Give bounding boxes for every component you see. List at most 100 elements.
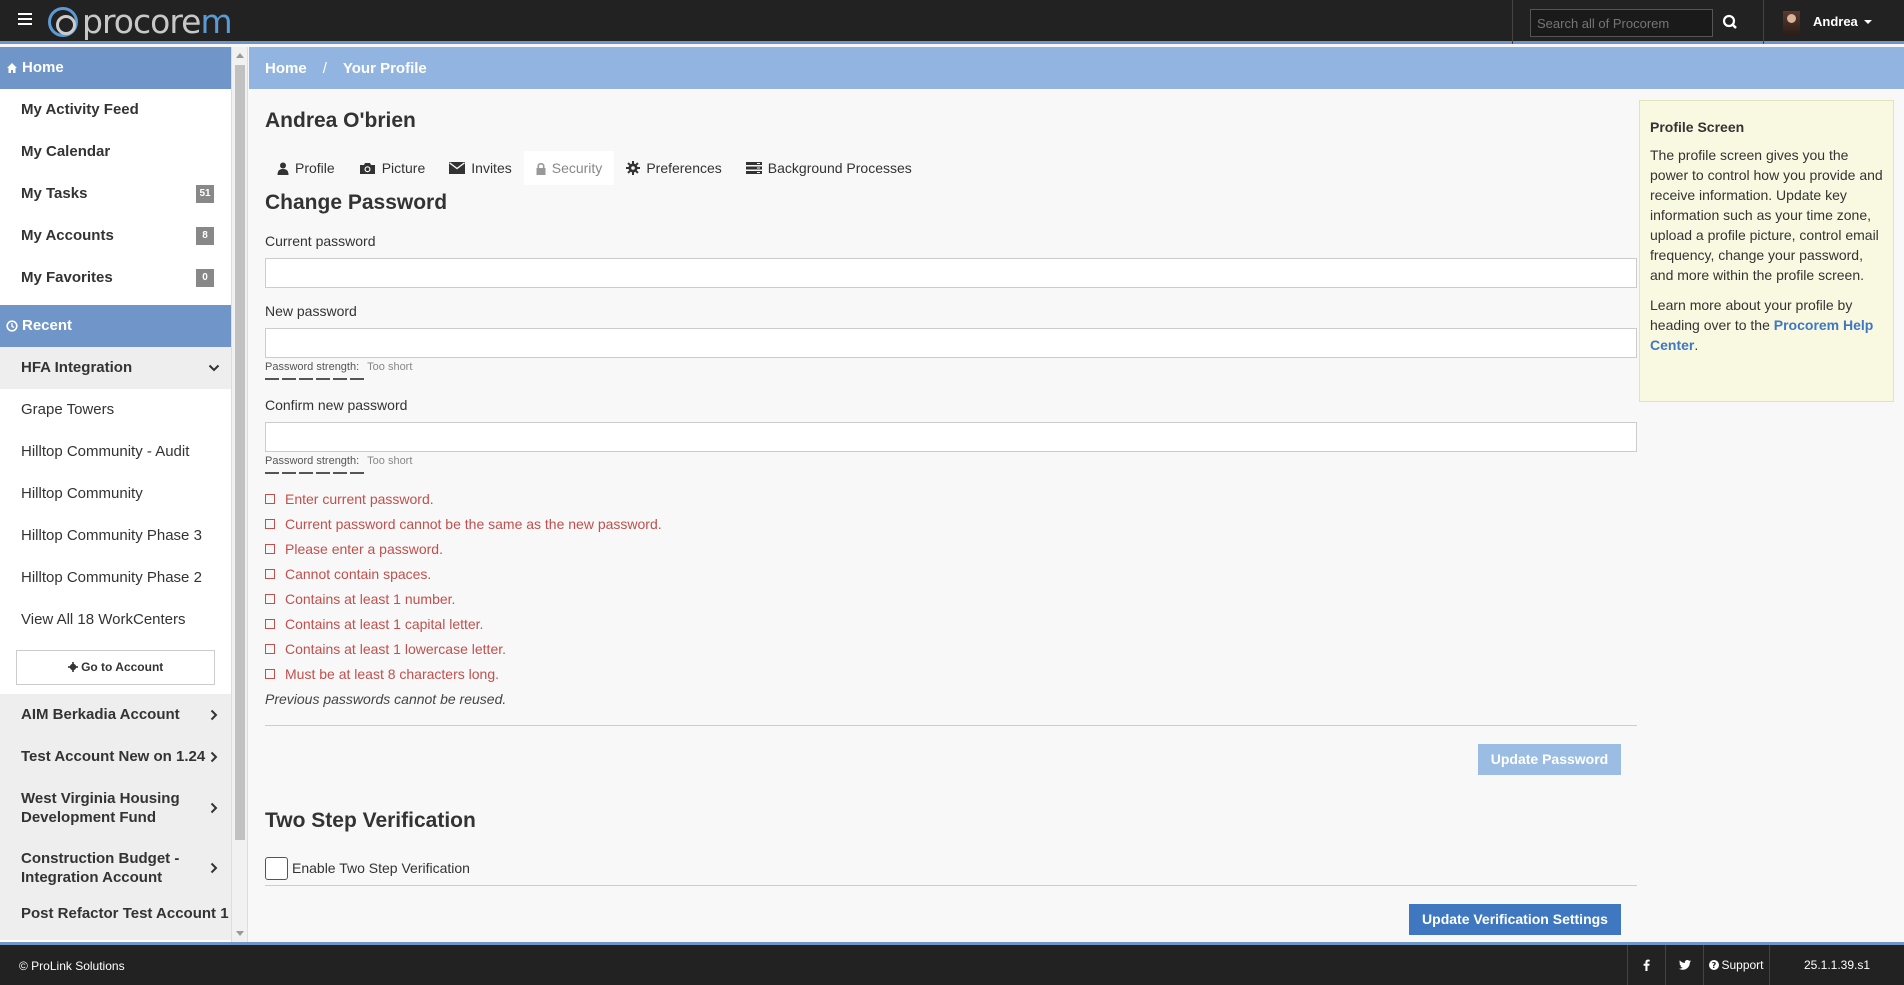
tab-preferences[interactable]: Preferences [614, 151, 733, 185]
sidebar-account-item[interactable]: Test Account New on 1.24 [0, 736, 231, 778]
view-all-workcenters-link[interactable]: View All 18 WorkCenters [0, 599, 231, 641]
confirm-password-input[interactable] [265, 422, 1637, 452]
scrollbar-thumb[interactable] [235, 65, 245, 840]
sidebar-item-accounts[interactable]: My Accounts 8 [0, 215, 231, 257]
help-learn-more: Learn more about your profile by heading… [1650, 295, 1883, 355]
sidebar-recent-group[interactable]: HFA Integration [0, 347, 231, 389]
sidebar-recent-header: Recent [0, 305, 231, 347]
sidebar-recent-item[interactable]: Grape Towers [0, 389, 231, 431]
rule-text: Enter current password. [285, 491, 434, 507]
version-text: 25.1.1.39.s1 [1803, 958, 1871, 972]
rule-text: Current password cannot be the same as t… [285, 516, 662, 532]
rule-text: Please enter a password. [285, 541, 443, 557]
sidebar-account-item[interactable]: Post Refactor Test Account 1 [0, 898, 231, 940]
gear-icon [626, 161, 641, 175]
sidebar-home-header[interactable]: Home [0, 47, 231, 89]
copyright: © ProLink Solutions [19, 959, 125, 973]
user-name[interactable]: Andrea [1813, 14, 1858, 29]
sidebar-item-label: My Activity Feed [21, 101, 139, 118]
password-reuse-note: Previous passwords cannot be reused. [265, 691, 507, 707]
sidebar-item-label: AIM Berkadia Account [21, 706, 180, 723]
global-search-input[interactable] [1530, 9, 1713, 37]
confirm-password-label: Confirm new password [265, 397, 408, 413]
password-rule: Must be at least 8 characters long. [265, 666, 499, 682]
user-menu-caret-icon[interactable] [1864, 20, 1872, 24]
password-rule: Enter current password. [265, 491, 434, 507]
twitter-link[interactable] [1665, 945, 1703, 985]
count-badge: 0 [196, 269, 214, 287]
confirm-password-strength: Password strength: Too short [265, 455, 412, 467]
current-password-label: Current password [265, 233, 376, 249]
sidebar-item-label: Test Account New on 1.24 [21, 748, 206, 765]
current-password-input[interactable] [265, 258, 1637, 288]
sidebar-account-item[interactable]: West Virginia Housing Development Fund [0, 778, 231, 838]
tab-security[interactable]: Security [523, 151, 615, 185]
two-step-checkbox[interactable] [265, 857, 288, 880]
chevron-right-icon [207, 736, 221, 778]
sidebar-item-label: My Calendar [21, 143, 111, 160]
navbar-divider [1512, 0, 1513, 44]
update-verification-button[interactable]: Update Verification Settings [1409, 904, 1621, 935]
sidebar-recent-item[interactable]: Hilltop Community - Audit [0, 431, 231, 473]
sidebar-item-label: Hilltop Community - Audit [21, 443, 190, 460]
support-label: Support [1721, 958, 1764, 972]
password-rule: Cannot contain spaces. [265, 566, 431, 582]
strength-meter [265, 472, 367, 474]
sidebar-item-activity-feed[interactable]: My Activity Feed [0, 89, 231, 131]
sidebar-recent-item[interactable]: Hilltop Community Phase 2 [0, 557, 231, 599]
sidebar-item-favorites[interactable]: My Favorites 0 [0, 257, 231, 299]
rule-checkbox-icon [265, 644, 275, 654]
scroll-down-arrow-icon[interactable] [236, 931, 244, 936]
strength-label: Password strength: [265, 361, 360, 373]
sidebar-item-label: Post Refactor Test Account 1 [21, 905, 229, 922]
tab-background-processes[interactable]: Background Processes [734, 151, 924, 185]
sidebar-account-item[interactable]: AIM Berkadia Account [0, 694, 231, 736]
breadcrumb-home-link[interactable]: Home [265, 60, 307, 77]
new-password-input[interactable] [265, 328, 1637, 358]
rule-checkbox-icon [265, 569, 275, 579]
sidebar-scrollbar[interactable] [232, 47, 248, 942]
facebook-link[interactable] [1627, 945, 1665, 985]
update-password-button[interactable]: Update Password [1478, 744, 1621, 775]
tab-picture[interactable]: Picture [347, 151, 438, 185]
logo-mark-icon [48, 7, 78, 37]
rule-text: Contains at least 1 number. [285, 591, 456, 607]
chevron-down-icon [207, 347, 221, 389]
support-link[interactable]: ? Support [1703, 945, 1769, 985]
scroll-up-arrow-icon[interactable] [236, 53, 244, 58]
sidebar-item-label: Construction Budget - Integration Accoun… [21, 850, 180, 886]
navbar-divider [1763, 0, 1764, 44]
tab-label: Picture [381, 160, 426, 176]
tab-label: Invites [471, 160, 512, 176]
go-to-account-label: Go to Account [81, 660, 164, 674]
sidebar-item-label: Hilltop Community [21, 485, 143, 502]
procorem-logo[interactable]: procorem [48, 2, 233, 41]
two-step-checkbox-label[interactable]: Enable Two Step Verification [292, 860, 470, 876]
sidebar-recent-item[interactable]: Hilltop Community Phase 3 [0, 515, 231, 557]
strength-label: Password strength: [265, 455, 360, 467]
hamburger-menu-icon[interactable] [18, 13, 32, 25]
sidebar-item-calendar[interactable]: My Calendar [0, 131, 231, 173]
sidebar-account-item[interactable]: Construction Budget - Integration Accoun… [0, 838, 231, 898]
sidebar-recent-label: Recent [22, 317, 73, 334]
profile-tabs: Profile Picture Invites Security Prefere… [265, 151, 924, 185]
sidebar-item-label: My Favorites [21, 269, 113, 286]
user-avatar[interactable] [1783, 11, 1800, 35]
rule-checkbox-icon [265, 544, 275, 554]
new-password-label: New password [265, 303, 357, 319]
sidebar-item-label: Hilltop Community Phase 3 [21, 527, 202, 544]
rule-text: Cannot contain spaces. [285, 566, 432, 582]
logo-text-pro: procore [82, 2, 201, 41]
rule-checkbox-icon [265, 494, 275, 504]
chevron-right-icon [207, 838, 221, 898]
server-list-icon [745, 162, 762, 174]
sidebar-recent-item[interactable]: Hilltop Community [0, 473, 231, 515]
breadcrumb-current: Your Profile [342, 59, 427, 77]
user-icon [277, 162, 289, 175]
sidebar-item-label: HFA Integration [21, 359, 133, 376]
tab-profile[interactable]: Profile [265, 151, 347, 185]
sidebar-item-tasks[interactable]: My Tasks 51 [0, 173, 231, 215]
tab-invites[interactable]: Invites [437, 151, 523, 185]
go-to-account-button[interactable]: Go to Account [16, 650, 215, 685]
search-button[interactable] [1715, 9, 1745, 37]
